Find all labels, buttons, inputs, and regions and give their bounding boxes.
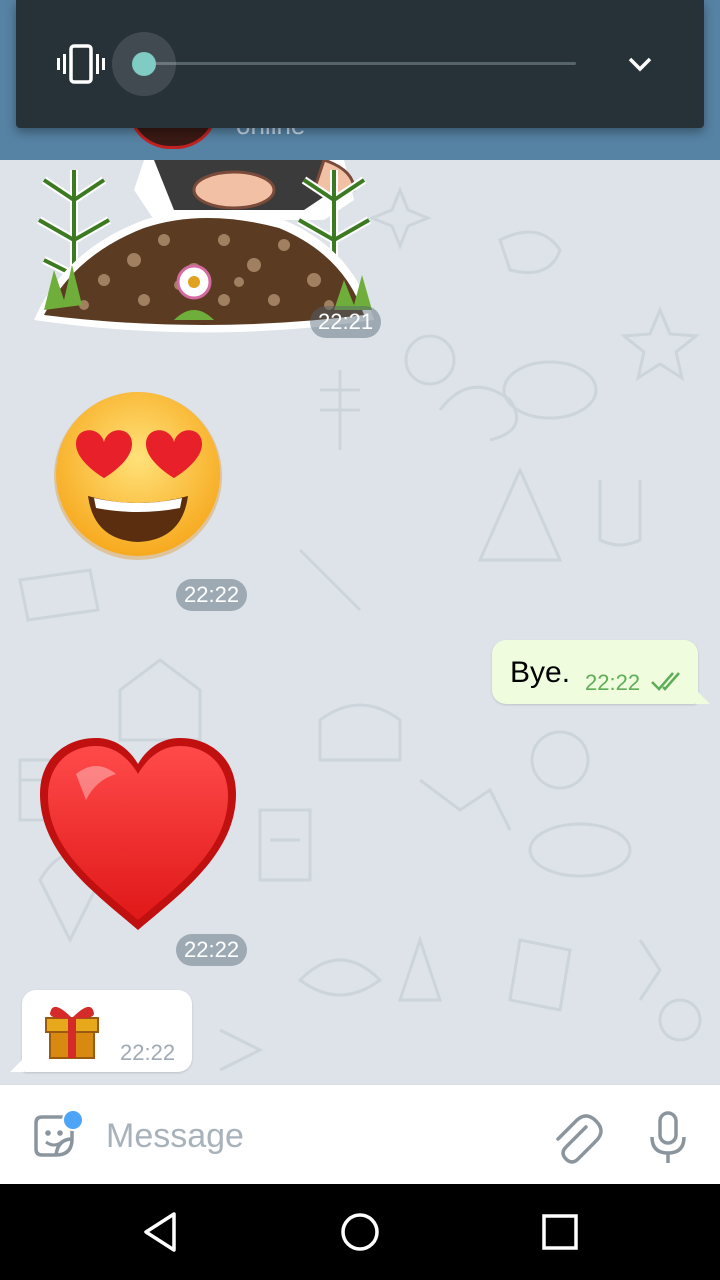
- microphone-icon[interactable]: [642, 1111, 694, 1167]
- back-triangle-icon[interactable]: [138, 1208, 186, 1256]
- message-input[interactable]: [104, 1113, 528, 1159]
- vibrate-icon[interactable]: [56, 44, 106, 84]
- double-check-icon: [651, 672, 680, 691]
- bubble-tail: [696, 690, 710, 704]
- bubble-tail: [10, 1058, 24, 1072]
- volume-slider[interactable]: [146, 62, 576, 65]
- sticker-notification-dot: [62, 1109, 84, 1131]
- message-input-bar: [0, 1084, 720, 1185]
- chevron-down-icon[interactable]: [624, 50, 656, 78]
- message-text: Bye.: [510, 656, 571, 689]
- incoming-message-bubble[interactable]: 22:22: [10, 990, 192, 1072]
- volume-slider-thumb[interactable]: [132, 52, 156, 76]
- message-time: 22:21: [310, 306, 382, 338]
- home-circle-icon[interactable]: [336, 1208, 384, 1256]
- outgoing-message-bubble[interactable]: Bye. 22:22: [492, 640, 710, 704]
- gift-icon: [45, 1006, 99, 1059]
- volume-panel: [16, 0, 704, 128]
- message-time: 22:22: [176, 934, 248, 966]
- sticker-heart-eyes-emoji[interactable]: [50, 388, 230, 568]
- message-time: 22:22: [585, 670, 641, 695]
- sticker-red-heart[interactable]: [36, 734, 240, 934]
- recents-square-icon[interactable]: [536, 1208, 584, 1256]
- system-nav-bar: [0, 1184, 720, 1280]
- message-time: 22:22: [120, 1040, 176, 1065]
- chat-area[interactable]: 22:21 22:22 Bye. 22:22 22:22 22:22: [0, 160, 720, 1084]
- message-time: 22:22: [176, 579, 248, 611]
- paperclip-icon[interactable]: [548, 1111, 604, 1167]
